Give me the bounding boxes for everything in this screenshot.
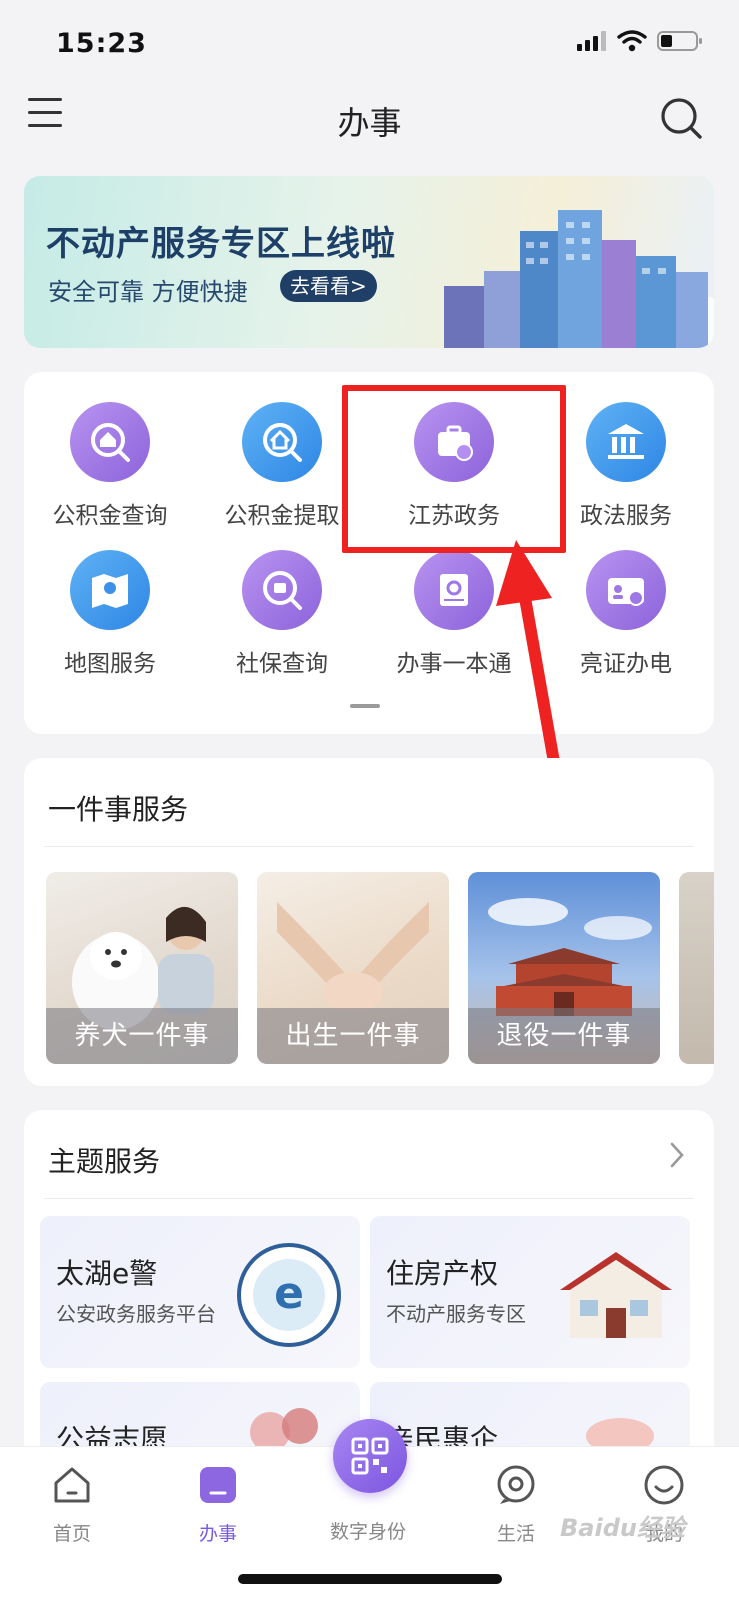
banner-view-button[interactable]: 去看看> bbox=[280, 270, 377, 302]
tile-partial[interactable] bbox=[679, 872, 714, 1064]
divider bbox=[44, 1198, 694, 1199]
house-illustration bbox=[560, 1252, 672, 1338]
section-title: 主题服务 bbox=[48, 1145, 161, 1178]
courthouse-icon bbox=[586, 402, 666, 482]
wifi-icon bbox=[617, 30, 647, 52]
tile-label: 退役一件事 bbox=[468, 1008, 660, 1064]
theme-tile-subtitle: 不动产服务专区 bbox=[386, 1302, 526, 1326]
theme-tile-taihu-police[interactable]: 太湖e警 公安政务服务平台 e bbox=[40, 1216, 360, 1368]
banner-subtitle: 安全可靠 方便快捷 bbox=[48, 278, 248, 306]
home-icon bbox=[54, 1467, 90, 1503]
watermark: Baidu经验 bbox=[560, 1514, 685, 1542]
services-icon bbox=[200, 1467, 236, 1503]
tile-label: 养犬一件事 bbox=[46, 1008, 238, 1064]
tab-label: 生活 bbox=[496, 1523, 535, 1545]
divider bbox=[44, 846, 694, 847]
map-pin-icon bbox=[70, 550, 150, 630]
page-indicator bbox=[350, 704, 380, 708]
tile-veteran[interactable]: 退役一件事 bbox=[468, 872, 660, 1064]
page-title: 办事 bbox=[337, 104, 402, 142]
theme-tile-title: 太湖e警 bbox=[56, 1257, 158, 1290]
tab-label: 首页 bbox=[52, 1523, 91, 1545]
life-icon bbox=[497, 1465, 535, 1504]
chevron-right-icon[interactable] bbox=[668, 1140, 686, 1170]
taihu-police-logo: e bbox=[237, 1243, 341, 1347]
search-icon[interactable] bbox=[659, 96, 703, 140]
svg-text:e: e bbox=[274, 1268, 304, 1319]
housing-fund-withdraw-icon bbox=[242, 402, 322, 482]
social-security-icon bbox=[242, 550, 322, 630]
signal-icon bbox=[577, 31, 606, 51]
qr-code-icon bbox=[351, 1437, 389, 1475]
status-time: 15:23 bbox=[56, 28, 147, 59]
tab-home[interactable]: 首页 bbox=[12, 1463, 132, 1546]
tile-birth[interactable]: 出生一件事 bbox=[257, 872, 449, 1064]
grid-item-label: 公积金查询 bbox=[52, 503, 168, 529]
status-icons bbox=[577, 30, 703, 52]
banner-title: 不动产服务专区上线啦 bbox=[46, 224, 396, 264]
theme-tile-housing[interactable]: 住房产权 不动产服务专区 bbox=[370, 1216, 690, 1368]
id-card-icon bbox=[586, 550, 666, 630]
tile-dog-registration[interactable]: 养犬一件事 bbox=[46, 872, 238, 1064]
highlight-box bbox=[342, 385, 566, 553]
home-indicator bbox=[238, 1574, 502, 1584]
smile-icon bbox=[644, 1465, 684, 1505]
battery-icon bbox=[657, 31, 702, 51]
grid-item-social-security[interactable]: 社保查询 bbox=[196, 550, 368, 678]
grid-item-label: 社保查询 bbox=[236, 651, 328, 677]
tab-digital-id[interactable]: 数字身份 bbox=[308, 1509, 428, 1544]
grid-item-housing-fund-query[interactable]: 公积金查询 bbox=[24, 402, 196, 530]
theme-tile-title: 住房产权 bbox=[386, 1257, 499, 1290]
annotation-arrow bbox=[496, 540, 560, 768]
tab-services[interactable]: 办事 bbox=[158, 1463, 278, 1546]
grid-item-map-service[interactable]: 地图服务 bbox=[24, 550, 196, 678]
one-service-card: 一件事服务 养犬一件事 出生一件事 退役一件事 bbox=[24, 758, 714, 1086]
tab-label: 数字身份 bbox=[329, 1521, 406, 1543]
section-title: 一件事服务 bbox=[48, 793, 189, 826]
tab-label: 办事 bbox=[198, 1523, 237, 1545]
tile-label: 出生一件事 bbox=[257, 1008, 449, 1064]
grid-item-label: 地图服务 bbox=[64, 651, 156, 677]
qr-code-button[interactable] bbox=[333, 1419, 407, 1493]
theme-service-card: 主题服务 太湖e警 公安政务服务平台 e 住房产权 不动产服务专区 公益志愿 亲… bbox=[24, 1110, 714, 1534]
theme-tile-subtitle: 公安政务服务平台 bbox=[56, 1302, 216, 1326]
app-screen: 15:23 办事 不动产服务专区上线啦 安全可靠 方便快捷 去看看> 公积金查询… bbox=[0, 0, 739, 1600]
city-buildings-illustration bbox=[444, 210, 714, 348]
housing-fund-query-icon bbox=[70, 402, 150, 482]
tab-life[interactable]: 生活 bbox=[456, 1463, 576, 1546]
promo-banner[interactable]: 不动产服务专区上线啦 安全可靠 方便快捷 去看看> bbox=[24, 176, 714, 348]
